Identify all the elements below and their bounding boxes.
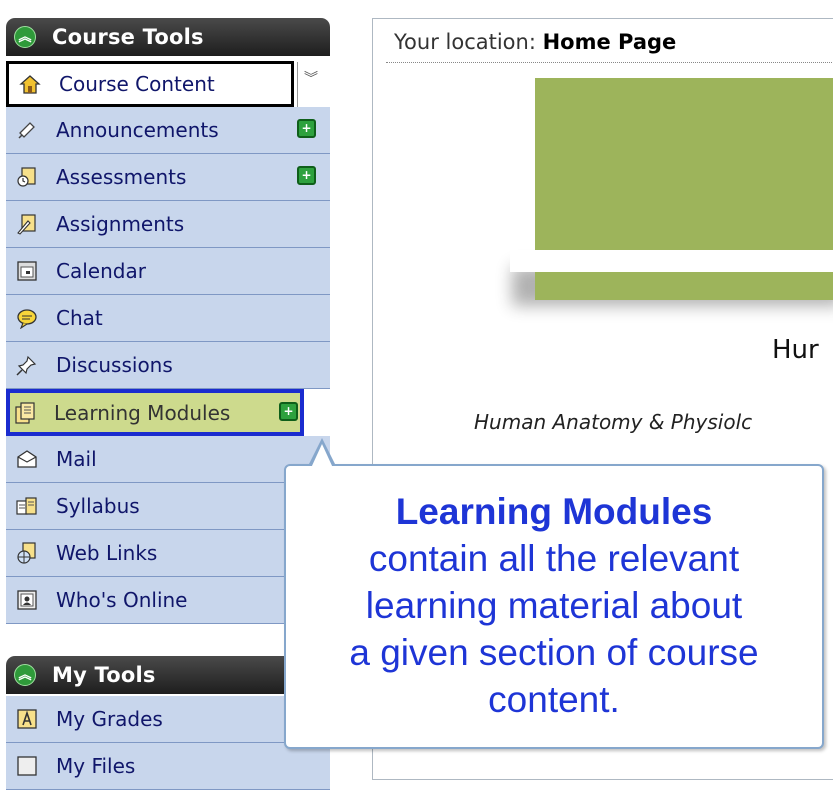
callout-tooltip: Learning Modules contain all the relevan…	[284, 464, 824, 749]
tool-label: My Grades	[56, 707, 163, 731]
callout-title: Learning Modules	[395, 491, 713, 532]
callout-line: content.	[488, 679, 620, 720]
calendar-icon	[17, 261, 37, 281]
tool-item-discussions[interactable]: Discussions	[6, 342, 330, 389]
course-subtitle: Human Anatomy & Physiolc	[474, 410, 753, 434]
tool-item-my-files[interactable]: My Files	[6, 743, 330, 790]
tool-item-learning-modules[interactable]: Learning Modules +	[6, 389, 304, 436]
course-banner	[535, 78, 833, 250]
assessment-icon	[17, 167, 36, 187]
collapse-up-icon[interactable]: ︽	[14, 26, 36, 48]
new-content-icon: +	[297, 166, 316, 185]
files-icon	[17, 756, 37, 776]
banner-stripe	[510, 250, 833, 272]
course-tools-list: Course Content ︾ Announcements + Assessm…	[6, 61, 330, 624]
new-content-icon: +	[297, 119, 316, 138]
collapse-up-icon[interactable]: ︽	[14, 664, 36, 686]
tool-item-syllabus[interactable]: Syllabus	[6, 483, 330, 530]
chat-icon	[17, 309, 37, 329]
tool-item-my-grades[interactable]: My Grades	[6, 696, 330, 743]
tool-label: Announcements	[56, 118, 219, 142]
tool-label: Chat	[56, 306, 103, 330]
tool-label: My Files	[56, 754, 136, 778]
tool-label: Discussions	[56, 353, 173, 377]
tool-label: Who's Online	[56, 588, 188, 612]
chevron-double-down-icon: ︾	[304, 71, 318, 87]
syllabus-icon	[16, 497, 37, 515]
callout-pointer-fill	[311, 444, 333, 468]
tool-label: Learning Modules	[54, 400, 231, 425]
callout-line: a given section of course	[349, 632, 759, 673]
tool-item-mail[interactable]: Mail	[6, 436, 330, 483]
tool-label: Web Links	[56, 541, 158, 565]
location-breadcrumb: Your location: Home Page	[394, 30, 676, 54]
pushpin-icon	[16, 355, 37, 376]
new-content-icon: +	[279, 402, 298, 421]
megaphone-icon	[18, 122, 35, 139]
tool-label: Syllabus	[56, 494, 140, 518]
home-icon	[19, 75, 41, 94]
callout-line: learning material about	[365, 585, 743, 626]
tool-item-assignments[interactable]: Assignments	[6, 201, 330, 248]
course-title: Hur	[772, 335, 819, 365]
tool-label: Course Content	[59, 72, 215, 96]
course-tools-header[interactable]: ︽ Course Tools	[6, 18, 330, 56]
expand-button[interactable]: ︾	[297, 62, 324, 108]
location-value[interactable]: Home Page	[543, 30, 677, 54]
location-divider	[386, 62, 833, 63]
tool-item-calendar[interactable]: Calendar	[6, 248, 330, 295]
assignment-icon	[17, 214, 36, 235]
tool-label: Mail	[56, 447, 97, 471]
tool-label: Calendar	[56, 259, 146, 283]
learning-module-icon	[15, 401, 35, 424]
whos-online-icon	[17, 590, 37, 610]
my-tools-title: My Tools	[52, 663, 156, 687]
tool-item-announcements[interactable]: Announcements +	[6, 107, 330, 154]
tool-label: Assessments	[56, 165, 187, 189]
tool-item-course-content[interactable]: Course Content	[6, 61, 294, 107]
my-tools-header[interactable]: ︽ My Tools	[6, 656, 330, 694]
tool-label: Assignments	[56, 212, 185, 236]
callout-line: contain all the relevant	[368, 538, 740, 579]
tool-item-web-links[interactable]: Web Links	[6, 530, 330, 577]
mail-icon	[17, 450, 37, 468]
globe-icon	[17, 542, 36, 564]
course-tools-title: Course Tools	[52, 25, 204, 49]
tool-item-assessments[interactable]: Assessments +	[6, 154, 330, 201]
tool-item-chat[interactable]: Chat	[6, 295, 330, 342]
tool-item-whos-online[interactable]: Who's Online	[6, 577, 330, 624]
location-label: Your location:	[394, 30, 536, 54]
grades-icon	[17, 709, 37, 729]
my-tools-list: My Grades My Files	[6, 696, 330, 790]
